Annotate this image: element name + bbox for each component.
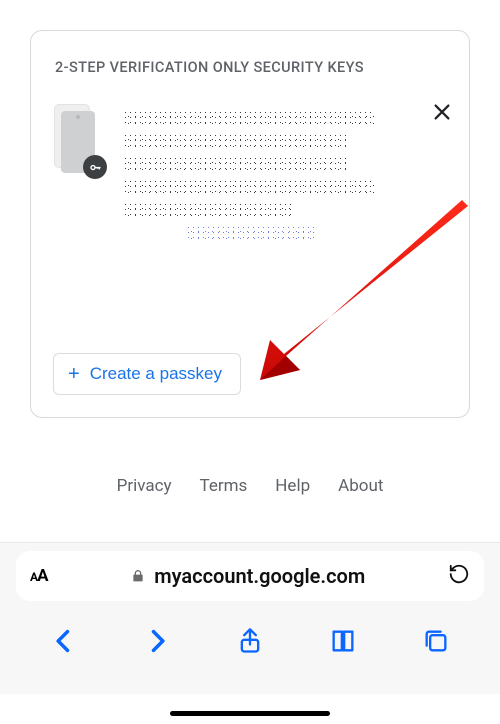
back-button[interactable] (47, 624, 81, 658)
address-capsule[interactable]: AA myaccount.google.com (16, 551, 484, 601)
footer-privacy[interactable]: Privacy (117, 476, 172, 496)
reader-aa-button[interactable]: AA (30, 566, 47, 586)
page-root: 2-STEP VERIFICATION ONLY SECURITY KEYS +… (0, 0, 500, 724)
domain-text: myaccount.google.com (154, 564, 365, 588)
footer-about[interactable]: About (338, 476, 383, 496)
safari-toolbar (0, 608, 500, 694)
create-passkey-label: Create a passkey (90, 364, 222, 384)
forward-button[interactable] (140, 624, 174, 658)
reload-button[interactable] (448, 563, 470, 589)
bookmarks-button[interactable] (326, 624, 360, 658)
redacted-text-area (123, 105, 385, 283)
key-badge-icon (83, 155, 107, 179)
domain-area[interactable]: myaccount.google.com (57, 564, 438, 588)
footer-help[interactable]: Help (275, 476, 310, 496)
home-indicator (170, 711, 330, 716)
share-button[interactable] (233, 624, 267, 658)
close-icon[interactable] (426, 96, 458, 128)
safari-address-bar: AA myaccount.google.com (0, 542, 500, 608)
tabs-button[interactable] (419, 624, 453, 658)
lock-icon (130, 568, 146, 584)
card-heading: 2-STEP VERIFICATION ONLY SECURITY KEYS (55, 59, 445, 76)
device-area (55, 105, 447, 295)
footer-terms[interactable]: Terms (200, 476, 248, 496)
security-keys-card: 2-STEP VERIFICATION ONLY SECURITY KEYS +… (30, 30, 470, 418)
footer-links: Privacy Terms Help About (0, 476, 500, 496)
plus-icon: + (68, 364, 80, 384)
create-passkey-button[interactable]: + Create a passkey (53, 353, 241, 395)
